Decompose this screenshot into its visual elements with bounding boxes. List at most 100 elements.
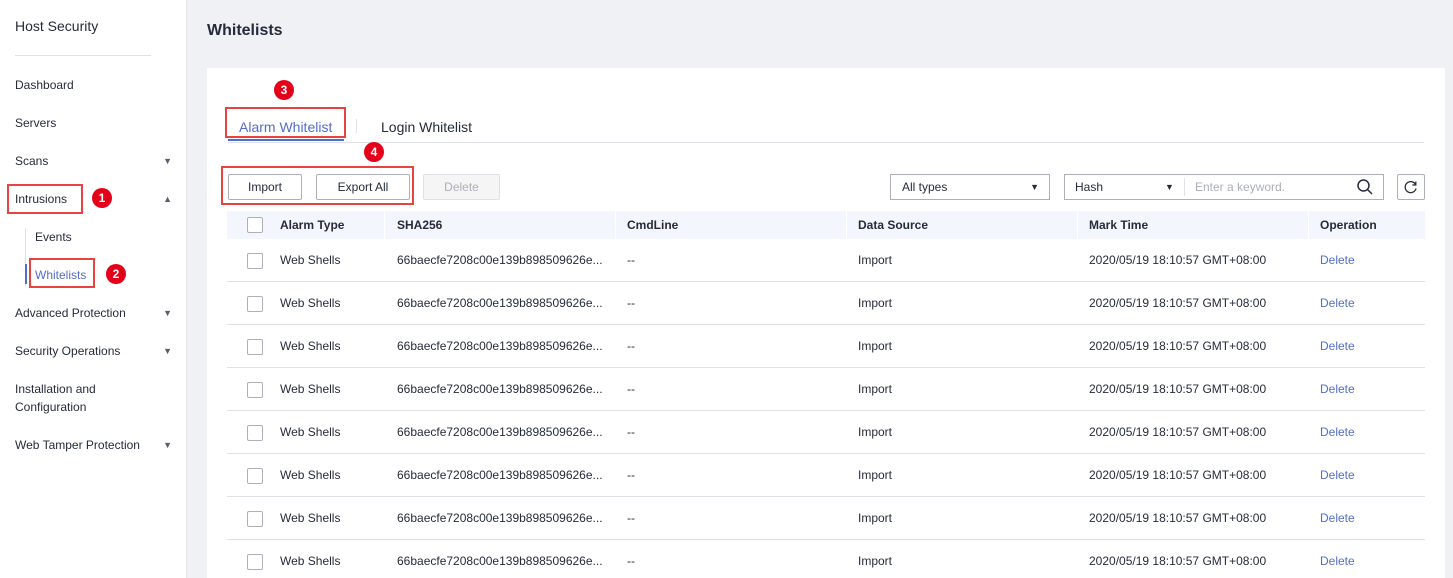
column-header-operation: Operation bbox=[1320, 218, 1377, 232]
refresh-icon bbox=[1404, 180, 1417, 194]
table-header: Alarm Type SHA256 CmdLine Data Source Ma… bbox=[227, 211, 1425, 239]
sidebar-item-dashboard[interactable]: Dashboard bbox=[15, 75, 180, 95]
row-checkbox[interactable] bbox=[247, 296, 263, 312]
table-row: Web Shells 66baecfe7208c00e139b898509626… bbox=[227, 540, 1425, 578]
sidebar-item-advanced-protection[interactable]: Advanced Protection ▼ bbox=[15, 303, 180, 323]
cell-cmdline: -- bbox=[627, 425, 635, 439]
cell-mark-time: 2020/05/19 18:10:57 GMT+08:00 bbox=[1089, 382, 1267, 396]
row-checkbox[interactable] bbox=[247, 339, 263, 355]
cell-mark-time: 2020/05/19 18:10:57 GMT+08:00 bbox=[1089, 339, 1267, 353]
cell-cmdline: -- bbox=[627, 296, 635, 310]
row-delete-link[interactable]: Delete bbox=[1320, 497, 1355, 540]
cell-sha256: 66baecfe7208c00e139b898509626e... bbox=[397, 253, 603, 267]
chevron-down-icon: ▼ bbox=[163, 440, 172, 450]
sidebar-item-scans[interactable]: Scans ▼ bbox=[15, 151, 180, 171]
annotation-badge-3: 3 bbox=[274, 80, 294, 100]
row-delete-link[interactable]: Delete bbox=[1320, 540, 1355, 578]
row-checkbox[interactable] bbox=[247, 253, 263, 269]
cell-mark-time: 2020/05/19 18:10:57 GMT+08:00 bbox=[1089, 468, 1267, 482]
refresh-button[interactable] bbox=[1397, 174, 1425, 200]
table-row: Web Shells 66baecfe7208c00e139b898509626… bbox=[227, 454, 1425, 497]
sidebar-title: Host Security bbox=[15, 18, 99, 34]
search-field-value: Hash bbox=[1075, 180, 1104, 194]
sidebar-item-installation[interactable]: Installation and Configuration bbox=[15, 380, 180, 420]
cell-mark-time: 2020/05/19 18:10:57 GMT+08:00 bbox=[1089, 554, 1267, 568]
cell-data-source: Import bbox=[858, 339, 893, 353]
chevron-down-icon: ▼ bbox=[163, 156, 172, 166]
tab-separator bbox=[356, 119, 357, 133]
sidebar-item-label: Web Tamper Protection bbox=[15, 438, 140, 452]
tab-alarm-whitelist[interactable]: Alarm Whitelist bbox=[239, 117, 332, 141]
sidebar-divider bbox=[15, 55, 151, 56]
column-separator bbox=[384, 211, 385, 239]
sidebar-item-web-tamper-protection[interactable]: Web Tamper Protection ▼ bbox=[15, 435, 180, 455]
column-header-data-source[interactable]: Data Source bbox=[858, 211, 928, 239]
sidebar-subitem-whitelists[interactable]: Whitelists bbox=[35, 265, 86, 285]
chevron-down-icon: ▼ bbox=[163, 346, 172, 356]
row-delete-link[interactable]: Delete bbox=[1320, 368, 1355, 411]
table-row: Web Shells 66baecfe7208c00e139b898509626… bbox=[227, 282, 1425, 325]
column-separator bbox=[1308, 211, 1309, 239]
tab-active-indicator bbox=[228, 139, 344, 141]
column-header-alarm-type[interactable]: Alarm Type bbox=[280, 211, 344, 239]
sidebar-item-label: Servers bbox=[15, 116, 57, 130]
cell-mark-time: 2020/05/19 18:10:57 GMT+08:00 bbox=[1089, 511, 1267, 525]
table-row: Web Shells 66baecfe7208c00e139b898509626… bbox=[227, 239, 1425, 282]
row-checkbox[interactable] bbox=[247, 425, 263, 441]
sidebar-item-label: Dashboard bbox=[15, 78, 74, 92]
sidebar-item-label: Advanced Protection bbox=[15, 306, 126, 320]
export-all-button[interactable]: Export All bbox=[316, 174, 410, 200]
select-all-checkbox[interactable] bbox=[247, 217, 263, 233]
sidebar-subitem-events[interactable]: Events bbox=[35, 227, 72, 247]
sidebar-item-label: Intrusions bbox=[15, 192, 68, 206]
cell-mark-time: 2020/05/19 18:10:57 GMT+08:00 bbox=[1089, 296, 1267, 310]
column-header-cmdline[interactable]: CmdLine bbox=[627, 211, 678, 239]
sidebar-item-label: Security Operations bbox=[15, 344, 121, 358]
table-row: Web Shells 66baecfe7208c00e139b898509626… bbox=[227, 497, 1425, 540]
row-delete-link[interactable]: Delete bbox=[1320, 454, 1355, 497]
sidebar-item-servers[interactable]: Servers bbox=[15, 113, 180, 133]
cell-cmdline: -- bbox=[627, 253, 635, 267]
search-icon[interactable] bbox=[1356, 178, 1374, 196]
cell-mark-time: 2020/05/19 18:10:57 GMT+08:00 bbox=[1089, 253, 1267, 267]
row-checkbox[interactable] bbox=[247, 468, 263, 484]
sidebar-item-security-operations[interactable]: Security Operations ▼ bbox=[15, 341, 180, 361]
cell-mark-time: 2020/05/19 18:10:57 GMT+08:00 bbox=[1089, 425, 1267, 439]
type-filter-value: All types bbox=[902, 180, 948, 194]
row-checkbox[interactable] bbox=[247, 554, 263, 570]
search-input[interactable] bbox=[1184, 178, 1344, 196]
row-delete-link[interactable]: Delete bbox=[1320, 325, 1355, 368]
row-checkbox[interactable] bbox=[247, 382, 263, 398]
cell-alarm-type: Web Shells bbox=[280, 468, 341, 482]
type-filter-select[interactable]: All types ▼ bbox=[890, 174, 1050, 200]
row-checkbox[interactable] bbox=[247, 511, 263, 527]
annotation-badge-2: 2 bbox=[106, 264, 126, 284]
cell-sha256: 66baecfe7208c00e139b898509626e... bbox=[397, 554, 603, 568]
row-delete-link[interactable]: Delete bbox=[1320, 282, 1355, 325]
column-header-mark-time[interactable]: Mark Time bbox=[1089, 211, 1148, 239]
cell-data-source: Import bbox=[858, 253, 893, 267]
row-delete-link[interactable]: Delete bbox=[1320, 239, 1355, 282]
cell-alarm-type: Web Shells bbox=[280, 253, 341, 267]
column-header-sha256[interactable]: SHA256 bbox=[397, 211, 442, 239]
import-button[interactable]: Import bbox=[228, 174, 302, 200]
cell-alarm-type: Web Shells bbox=[280, 339, 341, 353]
cell-alarm-type: Web Shells bbox=[280, 554, 341, 568]
delete-button: Delete bbox=[423, 174, 500, 200]
column-separator bbox=[615, 211, 616, 239]
row-delete-link[interactable]: Delete bbox=[1320, 411, 1355, 454]
caret-down-icon: ▼ bbox=[1030, 182, 1039, 192]
chevron-up-icon: ▲ bbox=[163, 194, 172, 204]
sidebar-item-label: Installation and Configuration bbox=[15, 382, 96, 414]
sidebar: Host Security Dashboard Servers Scans ▼ I… bbox=[0, 0, 187, 578]
cell-data-source: Import bbox=[858, 425, 893, 439]
cell-sha256: 66baecfe7208c00e139b898509626e... bbox=[397, 511, 603, 525]
caret-down-icon: ▼ bbox=[1165, 182, 1174, 192]
cell-sha256: 66baecfe7208c00e139b898509626e... bbox=[397, 468, 603, 482]
tab-login-whitelist[interactable]: Login Whitelist bbox=[381, 117, 472, 141]
cell-cmdline: -- bbox=[627, 468, 635, 482]
cell-alarm-type: Web Shells bbox=[280, 425, 341, 439]
search-field-select[interactable]: Hash ▼ bbox=[1075, 175, 1175, 199]
page-title: Whitelists bbox=[207, 22, 283, 39]
cell-sha256: 66baecfe7208c00e139b898509626e... bbox=[397, 382, 603, 396]
